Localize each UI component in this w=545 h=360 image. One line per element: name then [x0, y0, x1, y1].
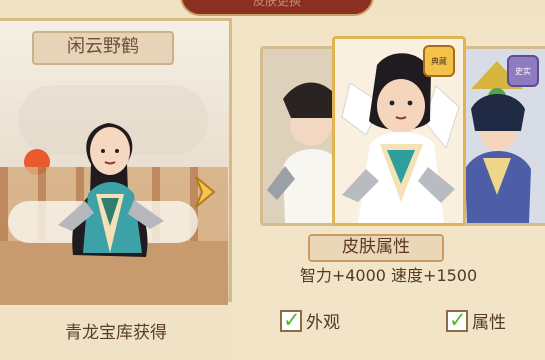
hero-character-preview: [58, 123, 164, 257]
attribute-label: 属性: [472, 313, 506, 333]
attribute-checkbox[interactable]: 属性: [446, 308, 506, 333]
skin-card-selected[interactable]: 典藏: [332, 36, 466, 226]
checkmark-icon: [446, 308, 468, 332]
skin-screen: 皮肤更换 闲云野鹤 青龙宝库获得 典藏 史实 皮肤属性 智力+4000 速度+1…: [0, 0, 545, 360]
appearance-checkbox[interactable]: 外观: [280, 308, 340, 333]
skin-name-plate: 闲云野鹤: [32, 31, 174, 65]
skin-selection-panel: 典藏 史实 皮肤属性 智力+4000 速度+1500 外观: [232, 18, 545, 360]
skin-preview-panel: 闲云野鹤: [0, 18, 232, 305]
skin-attributes-title: 皮肤属性: [308, 234, 444, 262]
skin-options: 外观 属性: [252, 308, 522, 338]
skin-source-text: 青龙宝库获得: [65, 323, 167, 343]
header-ribbon: 皮肤更换: [180, 0, 374, 16]
history-badge: 史实: [507, 55, 539, 87]
appearance-label: 外观: [306, 313, 340, 333]
next-skin-arrow-button[interactable]: [194, 175, 216, 209]
skin-card-row: 典藏 史实: [260, 36, 545, 226]
checkmark-icon: [280, 308, 302, 332]
skin-attributes-text: 智力+4000 速度+1500: [299, 266, 478, 285]
collection-badge: 典藏: [423, 45, 455, 77]
header-title: 皮肤更换: [252, 0, 301, 8]
